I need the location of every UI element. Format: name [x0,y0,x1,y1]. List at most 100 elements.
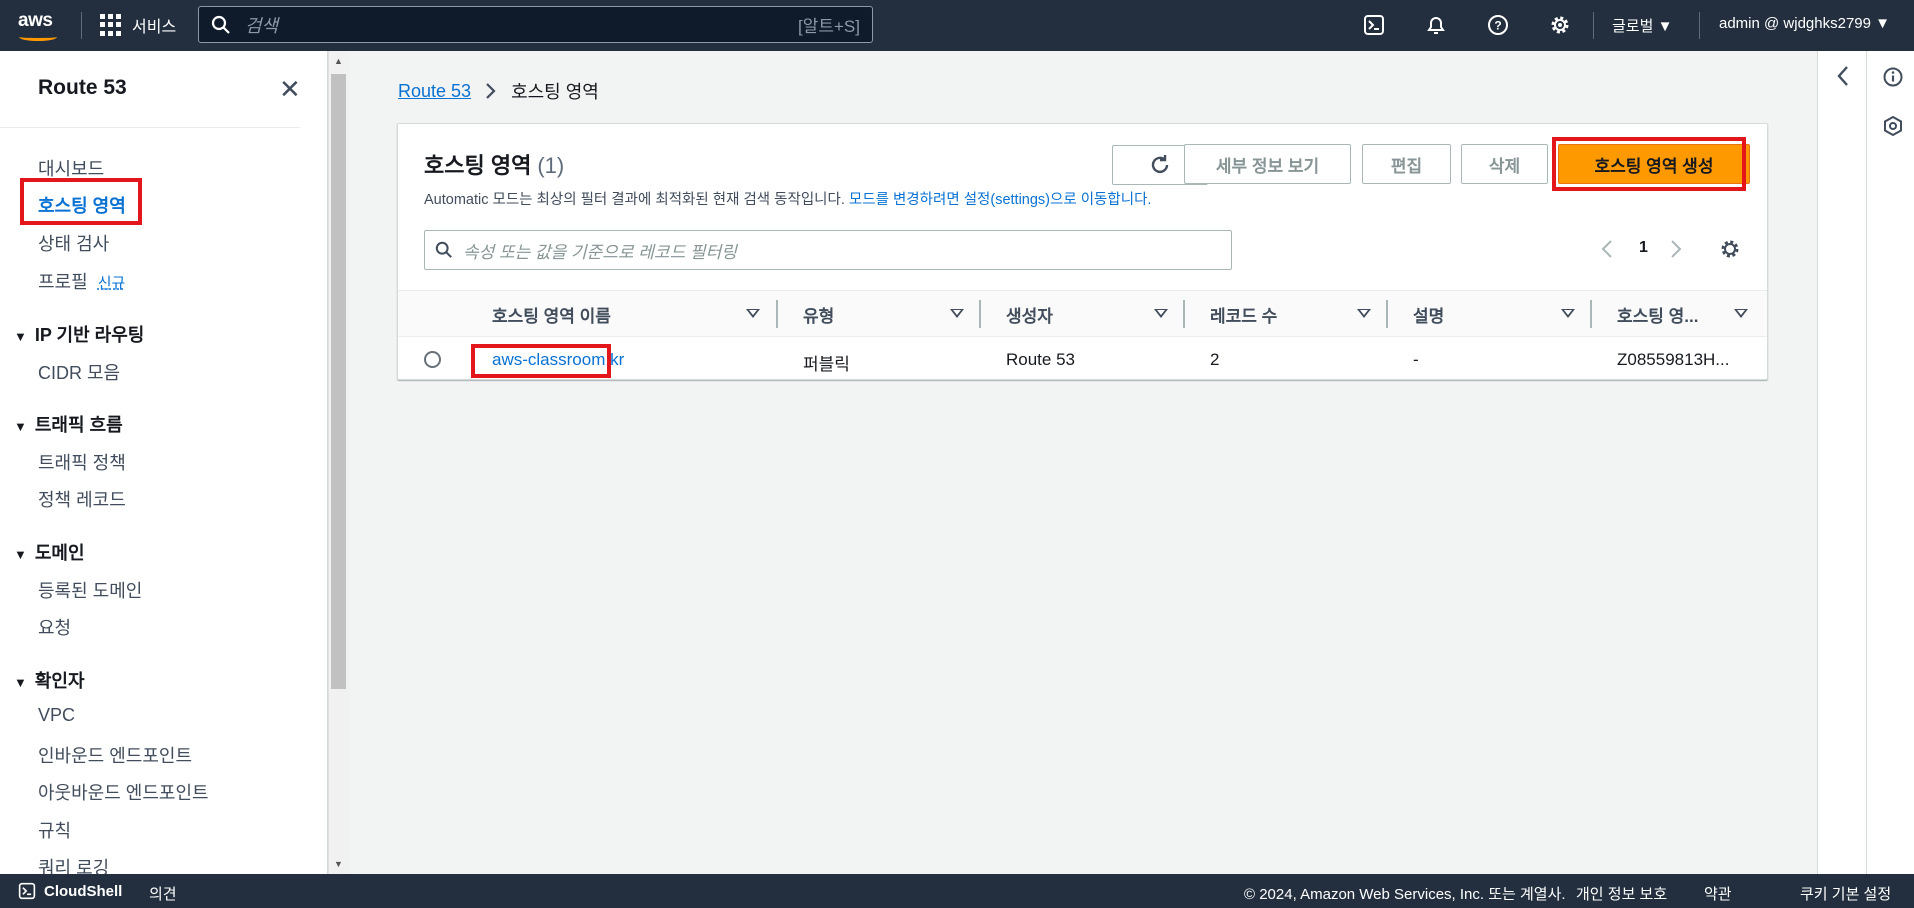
sidebar-item-registered-domains[interactable]: 등록된 도메인 [38,577,142,603]
close-icon[interactable]: ✕ [279,76,301,102]
delete-button[interactable]: 삭제 [1461,144,1548,184]
sidebar-item-rules[interactable]: 규칙 [38,817,71,843]
nav-divider [81,12,82,39]
aws-logo[interactable]: aws [18,10,62,42]
nav-divider [1593,12,1594,39]
panel-description: Automatic 모드는 최상의 필터 결과에 최적화된 현재 검색 동작입니… [424,192,1152,208]
settings-link[interactable]: 모드를 변경하려면 설정(settings)으로 이동합니다. [849,192,1152,208]
sidebar-item-policy-records[interactable]: 정책 레코드 [38,486,126,512]
section-domains[interactable]: ▼ 도메인 [14,539,85,565]
aws-smile-icon [19,33,57,41]
chevron-left-icon[interactable] [1836,65,1850,87]
notifications-icon[interactable] [1425,14,1447,36]
global-search-input[interactable]: 검색 [알트+S] [198,6,873,43]
services-grid-icon [100,14,122,36]
section-resolver[interactable]: ▼ 확인자 [14,667,85,693]
cell-zone-id: Z08559813H... [1617,350,1730,369]
cell-type: 퍼블릭 [803,355,850,374]
column-header-name[interactable]: 호스팅 영역 이름 [492,302,611,327]
table-header: 호스팅 영역 이름 유형 생성자 레코드 수 설명 호스팅 영... [398,290,1767,337]
cell-record-count: 2 [1210,350,1220,369]
sidebar-item-cidr[interactable]: CIDR 모음 [38,359,120,385]
footer-cloudshell[interactable]: CloudShell [44,883,122,900]
scrollbar-thumb[interactable] [331,74,346,689]
footer-cookie-preferences[interactable]: 쿠키 기본 설정 [1800,883,1891,904]
top-navigation: aws 서비스 검색 [알트+S] ? 글로벌 ▼ admin @ wjdghk… [0,0,1914,51]
scroll-up-icon[interactable]: ▲ [334,56,343,66]
column-resizer[interactable] [1386,300,1388,328]
sort-icon[interactable] [1154,309,1168,318]
sort-icon[interactable] [950,309,964,318]
column-header-type[interactable]: 유형 [803,302,834,327]
column-resizer[interactable] [1183,300,1185,328]
sidebar-item-requests[interactable]: 요청 [38,614,71,640]
sidebar-title[interactable]: Route 53 [38,76,127,100]
filter-placeholder: 속성 또는 값을 기준으로 레코드 필터링 [463,242,737,262]
sort-icon[interactable] [1357,309,1371,318]
highlight-box [471,344,611,378]
column-header-zone-id[interactable]: 호스팅 영... [1617,302,1698,327]
breadcrumb-current: 호스팅 영역 [511,82,599,102]
footer-feedback[interactable]: 의견 [149,883,177,904]
sidebar-item-vpc[interactable]: VPC [38,705,75,726]
row-select-radio[interactable] [424,351,441,368]
column-resizer[interactable] [979,300,981,328]
help-icon[interactable]: ? [1487,14,1509,36]
footer: CloudShell 의견 © 2024, Amazon Web Service… [0,874,1914,908]
caret-down-icon: ▼ [14,547,27,562]
footer-privacy[interactable]: 개인 정보 보호 [1576,883,1667,904]
next-page-icon[interactable] [1670,239,1682,259]
cloudshell-icon[interactable] [18,882,36,900]
section-traffic-flow[interactable]: ▼ 트래픽 흐름 [14,411,123,437]
cloudshell-icon[interactable] [1363,14,1385,36]
page-number[interactable]: 1 [1639,239,1648,257]
sidebar-item-traffic-policies[interactable]: 트래픽 정책 [38,449,126,475]
sort-icon[interactable] [1734,309,1748,318]
footer-terms[interactable]: 약관 [1704,883,1732,904]
panel-title: 호스팅 영역 (1) [424,153,565,178]
sidebar-item-inbound-endpoints[interactable]: 인바운드 엔드포인트 [38,742,192,768]
settings-icon[interactable] [1549,14,1571,36]
chevron-right-icon [486,83,496,99]
edit-button[interactable]: 편집 [1362,144,1451,184]
sort-icon[interactable] [746,309,760,318]
view-details-button[interactable]: 세부 정보 보기 [1184,144,1351,184]
sidebar-item-profiles[interactable]: 프로필 신규 [38,268,125,294]
preferences-gear-icon[interactable] [1719,238,1741,260]
sort-icon[interactable] [1561,309,1575,318]
column-header-description[interactable]: 설명 [1413,302,1444,327]
sidebar-item-outbound-endpoints[interactable]: 아웃바운드 엔드포인트 [38,779,209,805]
column-resizer[interactable] [1590,300,1592,328]
column-header-created-by[interactable]: 생성자 [1006,302,1053,327]
caret-down-icon: ▼ [14,329,27,344]
column-resizer[interactable] [776,300,778,328]
sidebar-item-health-checks[interactable]: 상태 검사 [38,230,109,256]
divider [1866,51,1867,874]
services-menu[interactable]: 서비스 [100,13,176,37]
sidebar: Route 53 ✕ 대시보드 호스팅 영역 상태 검사 프로필 신규 ▼ IP 기… [0,51,328,878]
new-badge: 신규 [97,275,126,292]
scroll-down-icon[interactable]: ▼ [334,859,343,869]
search-icon [211,15,230,34]
highlight-box [20,178,142,225]
table-row[interactable]: aws-classroom.kr 퍼블릭 Route 53 2 - Z08559… [398,337,1767,379]
account-menu[interactable]: admin @ wjdghks2799 ▼ [1719,15,1890,32]
previous-page-icon[interactable] [1601,239,1613,259]
search-shortcut: [알트+S] [798,17,860,36]
record-filter-input[interactable]: 속성 또는 값을 기준으로 레코드 필터링 [424,230,1232,270]
cell-description: - [1413,350,1419,369]
security-hexagon-icon[interactable] [1882,115,1904,137]
hosted-zones-panel: 호스팅 영역 (1) Automatic 모드는 최상의 필터 결과에 최적화된 … [397,123,1768,380]
region-selector[interactable]: 글로벌 ▼ [1612,15,1672,36]
search-placeholder: 검색 [245,15,279,36]
divider [0,127,300,128]
refresh-icon [1151,155,1169,174]
section-ip-routing[interactable]: ▼ IP 기반 라우팅 [14,321,144,347]
breadcrumb-route53[interactable]: Route 53 [398,81,471,102]
column-header-record-count[interactable]: 레코드 수 [1210,302,1277,327]
nav-divider [1699,12,1700,39]
info-icon[interactable] [1882,66,1904,88]
caret-down-icon: ▼ [14,419,27,434]
highlight-box [1552,137,1746,191]
caret-down-icon: ▼ [14,675,27,690]
